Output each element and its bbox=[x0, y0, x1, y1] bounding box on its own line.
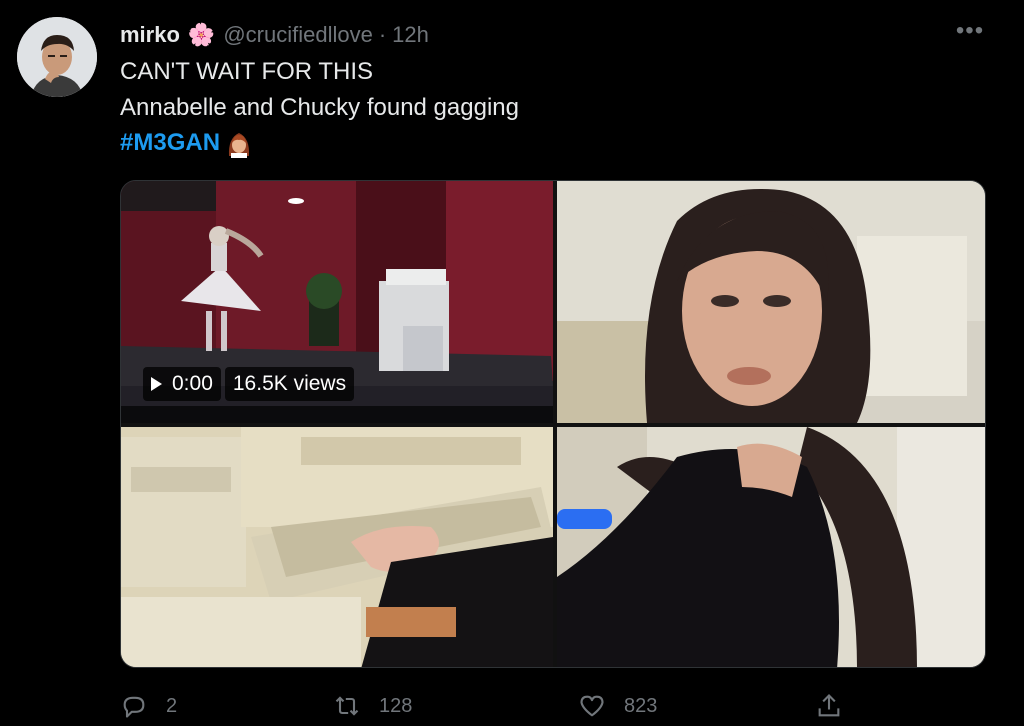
author-name[interactable]: mirko bbox=[120, 22, 180, 48]
video-views: 16.5K views bbox=[232, 372, 347, 395]
photo-tile[interactable] bbox=[557, 427, 985, 667]
more-icon[interactable]: ••• bbox=[950, 19, 990, 50]
hashtag-emoji-icon bbox=[224, 128, 254, 158]
avatar[interactable] bbox=[17, 17, 97, 97]
flower-emoji: 🌸 bbox=[187, 22, 216, 47]
video-thumbnail[interactable]: 0:00 16.5K views bbox=[121, 181, 553, 423]
retweet-icon bbox=[335, 696, 359, 716]
reply-icon bbox=[123, 696, 145, 718]
retweet-count: 128 bbox=[379, 694, 413, 717]
photo-woman-body-image bbox=[557, 427, 985, 667]
tweet[interactable]: mirko 🌸 @crucifiedllove · 12h ••• CAN'T … bbox=[0, 0, 1024, 726]
like-button[interactable]: 823 bbox=[578, 692, 657, 720]
video-duration: 0:00 bbox=[172, 372, 213, 395]
video-duration-badge[interactable]: 0:00 bbox=[143, 367, 221, 401]
reply-count: 2 bbox=[166, 694, 178, 717]
photo-keyboard-image bbox=[121, 427, 553, 667]
tweet-actions: 2 128 823 bbox=[0, 692, 1024, 726]
share-button[interactable] bbox=[815, 692, 861, 720]
separator-dot: · bbox=[378, 22, 387, 47]
video-views-badge: 16.5K views bbox=[224, 367, 355, 401]
author-handle[interactable]: @crucifiedllove bbox=[223, 22, 373, 48]
photo-tile[interactable] bbox=[121, 427, 553, 667]
tweet-header: mirko 🌸 @crucifiedllove · 12h bbox=[120, 20, 429, 50]
tweet-text-line: CAN'T WAIT FOR THIS bbox=[120, 58, 374, 85]
avatar-image bbox=[17, 17, 97, 97]
photo-woman-image bbox=[557, 181, 985, 423]
hashtag-link[interactable]: #M3GAN bbox=[120, 129, 220, 157]
photo-tile[interactable] bbox=[557, 181, 985, 423]
share-icon bbox=[818, 694, 840, 717]
like-count: 823 bbox=[624, 694, 658, 717]
tweet-text-line: Annabelle and Chucky found gagging bbox=[120, 94, 519, 121]
reply-button[interactable]: 2 bbox=[120, 692, 177, 720]
tweet-time[interactable]: 12h bbox=[392, 22, 429, 48]
retweet-button[interactable]: 128 bbox=[333, 692, 412, 720]
video-badge: 0:00 16.5K views bbox=[143, 366, 355, 402]
heart-icon bbox=[580, 695, 604, 717]
hashtag-row: #M3GAN bbox=[120, 126, 254, 160]
media-grid[interactable]: 0:00 16.5K views bbox=[120, 180, 986, 668]
play-icon bbox=[151, 377, 162, 391]
